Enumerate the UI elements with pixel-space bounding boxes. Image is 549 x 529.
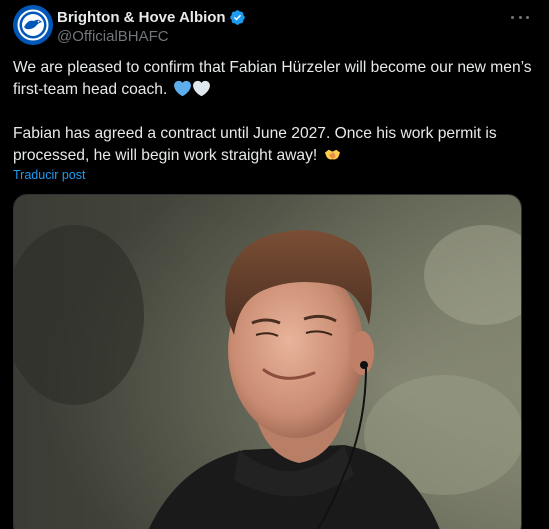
handshake-icon (324, 149, 340, 160)
tweet[interactable]: Brighton & Hove Albion @OfficialBHAFC We… (0, 0, 549, 529)
post-paragraph-2-text: Fabian has agreed a contract until June … (13, 125, 497, 164)
club-crest-icon (13, 5, 53, 45)
translate-post-link[interactable]: Traducir post (13, 168, 85, 182)
post-paragraph-1: We are pleased to confirm that Fabian Hü… (13, 57, 533, 101)
author-name[interactable]: Brighton & Hove Albion (57, 9, 226, 26)
blue-heart-icon (173, 80, 191, 97)
post-text: We are pleased to confirm that Fabian Hü… (13, 57, 533, 167)
author-handle[interactable]: @OfficialBHAFC (57, 28, 509, 48)
post-paragraph-2: Fabian has agreed a contract until June … (13, 123, 533, 167)
more-options-icon[interactable] (511, 8, 529, 26)
photo-icon (14, 195, 521, 529)
verified-badge-icon (229, 9, 245, 25)
post-header: Brighton & Hove Albion @OfficialBHAFC (57, 7, 509, 48)
post-paragraph-1-text: We are pleased to confirm that Fabian Hü… (13, 59, 532, 98)
white-heart-icon (192, 80, 210, 97)
avatar[interactable] (13, 5, 53, 45)
post-image[interactable] (13, 194, 522, 529)
